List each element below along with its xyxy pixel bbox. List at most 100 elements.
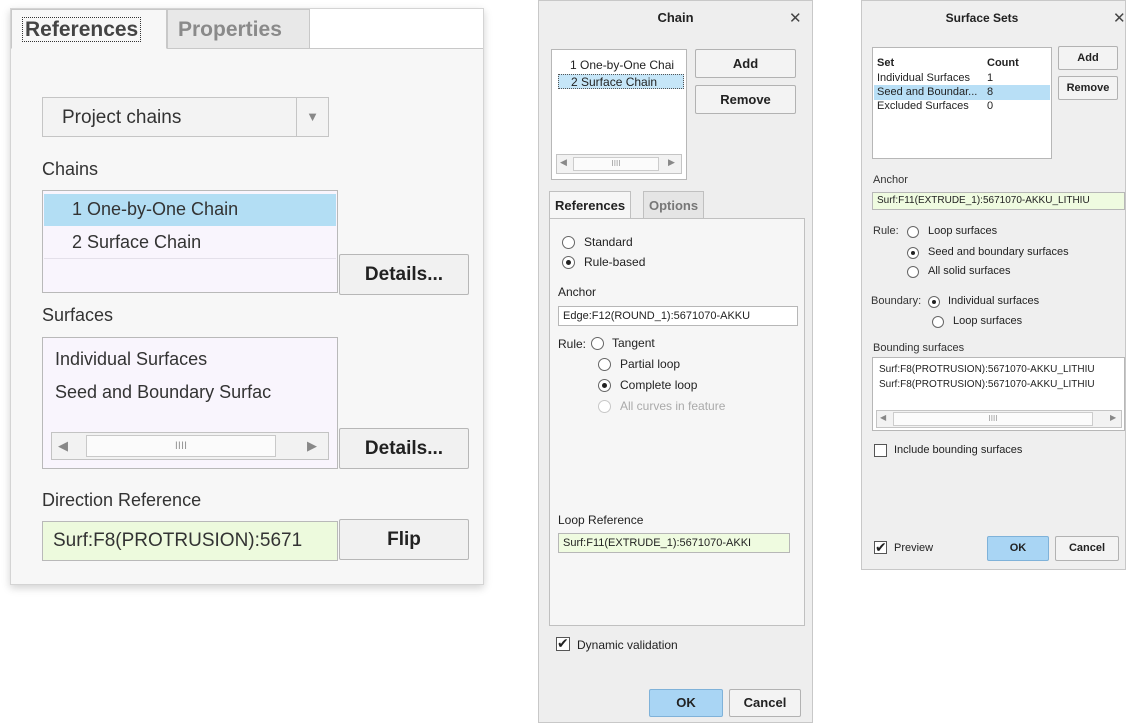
radio-tangent-label: Tangent	[612, 336, 655, 350]
add-button[interactable]: Add	[1058, 46, 1118, 70]
dynamic-validation-checkbox[interactable]	[556, 635, 570, 652]
dialog-title: Chain	[657, 10, 694, 25]
table-row[interactable]: Seed and Boundar... 8	[874, 85, 1050, 100]
radio-loop-surfaces[interactable]	[907, 226, 919, 238]
radio-standard[interactable]	[562, 236, 575, 249]
list-item[interactable]: 1 One-by-One Chain	[44, 194, 336, 226]
radio-standard-label: Standard	[584, 235, 633, 249]
chains-label: Chains	[42, 159, 99, 179]
preview-checkbox[interactable]	[874, 539, 887, 556]
tab-references[interactable]: References	[549, 191, 632, 219]
tab-options[interactable]: Options	[643, 191, 705, 219]
scroll-left-icon[interactable]: ◀	[560, 157, 567, 168]
radio-all-curves	[598, 400, 611, 413]
flip-button[interactable]: Flip	[339, 519, 469, 560]
tab-properties[interactable]: Properties	[167, 9, 310, 49]
radio-all-solid-label: All solid surfaces	[928, 265, 1011, 277]
rule-label: Rule:	[873, 225, 899, 237]
surfaces-details-button[interactable]: Details...	[339, 428, 469, 469]
scroll-right-icon[interactable]: ▶	[307, 438, 317, 454]
dropdown-value: Project chains	[62, 107, 182, 128]
list-item[interactable]: Surf:F8(PROTRUSION):5671070-AKKU_LITHIU	[879, 364, 1095, 375]
set-name: Excluded Surfaces	[877, 100, 969, 112]
table-row[interactable]: Excluded Surfaces 0	[874, 99, 1050, 114]
chain-type-dropdown[interactable]: Project chains ▼	[42, 97, 329, 137]
tab-bar: References Options	[549, 191, 804, 219]
scroll-right-icon[interactable]: ▶	[668, 157, 675, 168]
table-row[interactable]: Individual Surfaces 1	[874, 71, 1050, 86]
surface-sets-table[interactable]: Set Count Individual Surfaces 1 Seed and…	[872, 47, 1052, 159]
set-name: Seed and Boundar...	[877, 86, 978, 98]
surface-sets-dialog: Surface Sets ✕ Set Count Individual Surf…	[861, 0, 1126, 570]
radio-complete-loop-label: Complete loop	[620, 378, 698, 392]
set-name: Individual Surfaces	[877, 72, 970, 84]
column-header-count: Count	[987, 57, 1019, 69]
chain-list[interactable]: 1 One-by-One Chai 2 Surface Chain ◀ IIII…	[551, 49, 687, 180]
bounding-surfaces-list[interactable]: Surf:F8(PROTRUSION):5671070-AKKU_LITHIU …	[872, 357, 1125, 431]
close-icon[interactable]: ✕	[1113, 9, 1126, 27]
scroll-left-icon[interactable]: ◀	[880, 413, 886, 422]
radio-partial-loop-label: Partial loop	[620, 357, 681, 371]
radio-seed-boundary[interactable]	[907, 247, 919, 259]
radio-loop-surfaces-label: Loop surfaces	[928, 225, 998, 237]
scroll-right-icon[interactable]: ▶	[1110, 413, 1116, 422]
add-button[interactable]: Add	[695, 49, 796, 78]
radio-boundary-loop-surfaces[interactable]	[932, 316, 944, 328]
radio-individual-surfaces-label: Individual surfaces	[948, 295, 1040, 307]
bounding-surfaces-label: Bounding surfaces	[873, 342, 965, 354]
tab-bar: References Properties	[11, 9, 483, 49]
chain-dialog: Chain ✕ 1 One-by-One Chai 2 Surface Chai…	[538, 0, 813, 723]
loop-reference-field[interactable]: Surf:F11(EXTRUDE_1):5671070-AKKI	[558, 533, 790, 553]
radio-complete-loop[interactable]	[598, 379, 611, 392]
dialog-title: Surface Sets	[945, 11, 1019, 25]
radio-boundary-loop-surfaces-label: Loop surfaces	[953, 315, 1023, 327]
list-item[interactable]: 1 One-by-One Chai	[558, 58, 684, 73]
list-item[interactable]: Individual Surfaces	[55, 344, 337, 376]
radio-rule-based-label: Rule-based	[584, 255, 646, 269]
anchor-label: Anchor	[558, 285, 597, 299]
references-tab-content: Standard Rule-based Anchor Edge:F12(ROUN…	[549, 218, 805, 626]
remove-button[interactable]: Remove	[695, 85, 796, 114]
radio-all-curves-label: All curves in feature	[620, 399, 726, 413]
radio-seed-boundary-label: Seed and boundary surfaces	[928, 246, 1069, 258]
list-item[interactable]: Surf:F8(PROTRUSION):5671070-AKKU_LITHIU	[879, 379, 1095, 390]
direction-reference-label: Direction Reference	[42, 490, 202, 510]
list-item[interactable]: Seed and Boundary Surfac	[55, 377, 337, 409]
scroll-thumb[interactable]: IIII	[573, 157, 659, 171]
horizontal-scrollbar[interactable]: ◀ IIII ▶	[51, 432, 329, 460]
set-count: 8	[987, 86, 994, 98]
chains-details-button[interactable]: Details...	[339, 254, 469, 295]
close-icon[interactable]: ✕	[789, 9, 802, 27]
include-bounding-checkbox[interactable]	[874, 444, 887, 457]
cancel-button[interactable]: Cancel	[729, 689, 801, 717]
dropdown-arrow-icon[interactable]: ▼	[296, 98, 328, 136]
ok-button[interactable]: OK	[649, 689, 723, 717]
list-item[interactable]: 2 Surface Chain	[558, 74, 684, 89]
radio-partial-loop[interactable]	[598, 358, 611, 371]
radio-rule-based[interactable]	[562, 256, 575, 269]
tab-properties-label: Properties	[178, 18, 282, 41]
scroll-thumb[interactable]: IIII	[893, 412, 1093, 426]
horizontal-scrollbar[interactable]: ◀ IIII ▶	[556, 154, 682, 174]
direction-reference-field[interactable]: Surf:F8(PROTRUSION):5671	[42, 521, 338, 561]
list-item[interactable]: 2 Surface Chain	[44, 227, 336, 259]
ok-button[interactable]: OK	[987, 536, 1049, 561]
remove-button[interactable]: Remove	[1058, 76, 1118, 100]
rule-label: Rule:	[558, 337, 587, 351]
scroll-thumb[interactable]: IIII	[86, 435, 276, 457]
cancel-button[interactable]: Cancel	[1055, 536, 1119, 561]
radio-all-solid[interactable]	[907, 266, 919, 278]
references-panel: References Properties Project chains ▼ C…	[10, 8, 484, 585]
horizontal-scrollbar[interactable]: ◀ IIII ▶	[876, 410, 1122, 428]
chains-list[interactable]: 1 One-by-One Chain 2 Surface Chain	[42, 190, 338, 293]
anchor-field[interactable]: Surf:F11(EXTRUDE_1):5671070-AKKU_LITHIU	[872, 192, 1125, 210]
radio-individual-surfaces[interactable]	[928, 296, 940, 308]
scroll-left-icon[interactable]: ◀	[58, 438, 68, 454]
surfaces-list[interactable]: Individual Surfaces Seed and Boundary Su…	[42, 337, 338, 469]
radio-tangent[interactable]	[591, 337, 604, 350]
preview-label: Preview	[894, 542, 934, 554]
anchor-field[interactable]: Edge:F12(ROUND_1):5671070-AKKU	[558, 306, 798, 326]
tab-references[interactable]: References	[11, 9, 167, 49]
set-count: 1	[987, 72, 994, 84]
anchor-label: Anchor	[873, 174, 908, 186]
